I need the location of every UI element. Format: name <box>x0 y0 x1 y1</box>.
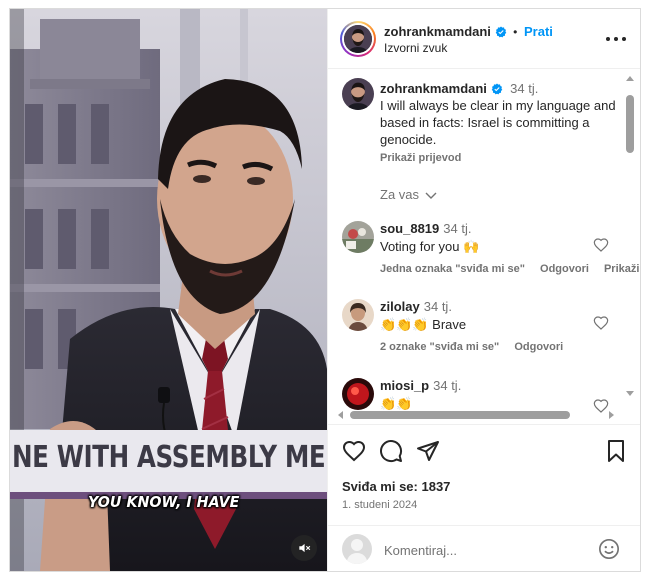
horizontal-scroll-thumb[interactable] <box>350 411 570 419</box>
comment-body: sou_8819 34 tj. Voting for you 🙌 <box>380 221 610 255</box>
comment-likes-count[interactable]: 2 oznake "sviđa mi se" <box>380 341 499 353</box>
more-options-icon <box>606 37 610 41</box>
comment-avatar[interactable] <box>342 299 374 331</box>
likes-count[interactable]: Sviđa mi se: 1837 <box>342 479 450 494</box>
author-avatar[interactable] <box>340 21 376 57</box>
comment-item: zilolay 34 tj. 👏👏👏 Brave 2 oznake "sviđa … <box>342 299 640 369</box>
comment-item: sou_8819 34 tj. Voting for you 🙌 Jedna oz… <box>342 221 640 291</box>
banner-text: NE WITH ASSEMBLY MEM <box>12 440 327 475</box>
header-username[interactable]: zohrankmamdani <box>384 24 491 39</box>
comment-meta: Jedna oznaka "sviđa mi se" Odgovori Prik… <box>380 263 640 275</box>
scroll-left-arrow-icon[interactable] <box>336 410 344 420</box>
audio-label[interactable]: Izvorni zvuk <box>384 41 447 55</box>
comment-reply-button[interactable]: Odgovori <box>514 341 563 353</box>
current-user-avatar <box>342 534 372 564</box>
author-avatar-image <box>344 25 372 53</box>
caption-avatar[interactable] <box>342 78 374 110</box>
bookmark-save-icon[interactable] <box>604 439 628 463</box>
verified-badge-icon <box>495 26 506 38</box>
caption-text: I will always be clear in my language an… <box>380 98 616 147</box>
comments-horizontal-scrollbar[interactable] <box>328 407 628 423</box>
scroll-up-arrow-icon[interactable] <box>625 74 635 82</box>
comment-time: 34 tj. <box>443 221 472 236</box>
heart-icon[interactable] <box>593 237 609 253</box>
lower-third-banner: NE WITH ASSEMBLY MEM <box>10 430 327 492</box>
more-options-button[interactable] <box>606 31 626 47</box>
caption-time: 34 tj. <box>510 81 539 96</box>
comment-avatar-image <box>342 221 374 253</box>
comment-bubble-icon[interactable] <box>379 439 403 463</box>
share-send-icon[interactable] <box>416 439 440 463</box>
verified-badge-icon <box>491 83 502 95</box>
comment-username[interactable]: miosi_p <box>380 378 429 393</box>
chevron-down-icon <box>425 192 437 199</box>
caption-translate-link[interactable]: Prikaži prijevod <box>380 150 620 167</box>
header-separator: • <box>513 25 518 39</box>
caption-avatar-image <box>342 78 374 110</box>
sort-label: Za vas <box>380 187 420 202</box>
comment-time: 34 tj. <box>423 299 452 314</box>
heart-icon[interactable] <box>593 315 609 331</box>
comment-username[interactable]: sou_8819 <box>380 221 439 236</box>
add-comment-bar <box>328 525 640 571</box>
comment-avatar[interactable] <box>342 378 374 410</box>
like-heart-icon[interactable] <box>342 439 366 463</box>
comment-time: 34 tj. <box>433 378 462 393</box>
default-user-icon <box>346 539 368 564</box>
caption-username[interactable]: zohrankmamdani <box>380 81 487 96</box>
comment-likes-count[interactable]: Jedna oznaka "sviđa mi se" <box>380 263 525 275</box>
comment-body: zilolay 34 tj. 👏👏👏 Brave <box>380 299 610 333</box>
vertical-scroll-thumb[interactable] <box>626 95 634 153</box>
scroll-right-arrow-icon[interactable] <box>608 410 616 420</box>
mute-button[interactable] <box>291 535 317 561</box>
comment-sort-dropdown[interactable]: Za vas <box>380 187 437 202</box>
post-header: zohrankmamdani • Prati Izvorni zvuk <box>328 9 640 69</box>
comment-input[interactable] <box>384 540 584 560</box>
comment-avatar[interactable] <box>342 221 374 253</box>
scroll-down-arrow-icon[interactable] <box>625 390 635 398</box>
post-date: 1. studeni 2024 <box>342 499 418 511</box>
caption-body: zohrankmamdani 34 tj. I will always be c… <box>380 80 620 167</box>
speaker-muted-icon <box>299 543 311 553</box>
comment-avatar-image <box>342 299 374 331</box>
comment-text: 👏👏👏 Brave <box>380 317 467 332</box>
video-caption: YOU KNOW, I HAVE <box>88 493 240 511</box>
comment-avatar-image <box>342 378 374 410</box>
emoji-picker-icon[interactable] <box>598 538 620 560</box>
comment-text: Voting for you 🙌 <box>380 239 480 254</box>
reel-video[interactable]: NE WITH ASSEMBLY MEM YOU KNOW, I HAVE <box>10 9 327 571</box>
comment-username[interactable]: zilolay <box>380 299 420 314</box>
comment-meta: 2 oznake "sviđa mi se" Odgovori <box>380 341 575 353</box>
post-dialog: NE WITH ASSEMBLY MEM YOU KNOW, I HAVE zo… <box>9 8 641 572</box>
header-user-line: zohrankmamdani • Prati <box>384 24 553 39</box>
comments-vertical-scrollbar[interactable] <box>622 70 640 410</box>
comments-list[interactable]: zohrankmamdani 34 tj. I will always be c… <box>328 70 640 423</box>
follow-button[interactable]: Prati <box>524 24 553 39</box>
comment-reply-button[interactable]: Odgovori <box>540 263 589 275</box>
post-actions: Sviđa mi se: 1837 1. studeni 2024 <box>328 424 640 571</box>
post-side-panel: zohrankmamdani • Prati Izvorni zvuk zohr… <box>327 9 640 571</box>
